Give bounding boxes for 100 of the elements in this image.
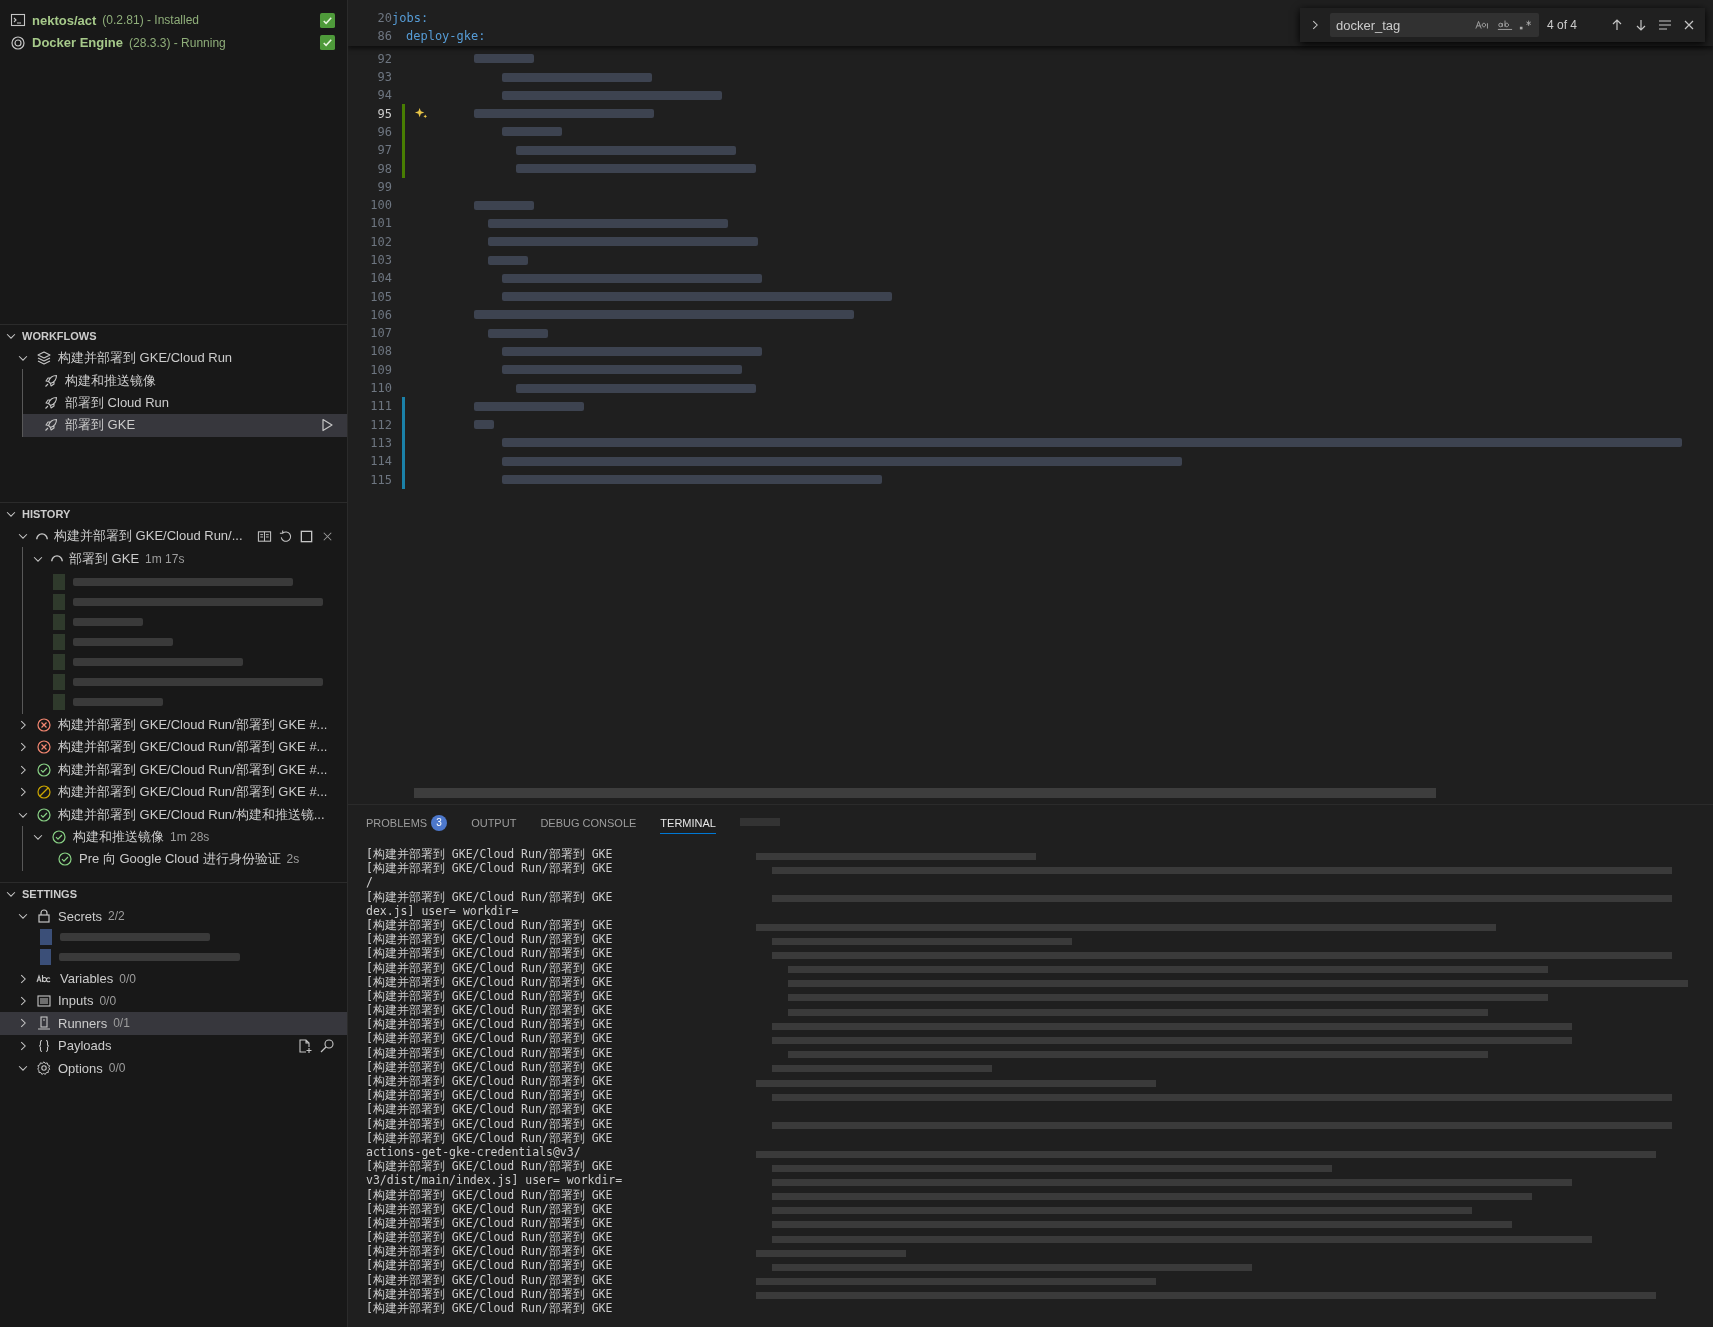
regex-icon[interactable] — [1518, 19, 1533, 31]
job-name: 构建和推送镜像 — [73, 827, 164, 846]
terminal-line: dex.js] user= workdir= — [366, 903, 520, 918]
line-number: 114 — [369, 454, 392, 469]
component-status: (0.2.81) - Installed — [102, 13, 200, 28]
history-job-item[interactable]: 部署到 GKE 1m 17s — [23, 547, 347, 570]
settings-item[interactable]: Options 0/0 — [0, 1056, 347, 1080]
panel-tab[interactable]: DEBUG CONSOLE — [540, 810, 637, 834]
panel-tab[interactable]: TERMINAL — [660, 810, 716, 834]
settings-count: 0/0 — [99, 993, 117, 1008]
section-header[interactable]: WORKFLOWS — [0, 325, 347, 347]
settings-count: 0/1 — [113, 1016, 130, 1031]
history-item[interactable]: 构建并部署到 GKE/Cloud Run/部署到 GKE #... — [0, 780, 347, 804]
gauge-icon — [10, 34, 26, 51]
line-number: 104 — [369, 271, 392, 286]
settings-item[interactable]: Inputs 0/0 — [0, 989, 347, 1013]
component-name: Docker Engine — [32, 35, 124, 51]
job-item[interactable]: 构建和推送镜像 — [23, 369, 347, 392]
server-icon — [36, 1015, 52, 1032]
terminal-line: [构建并部署到 GKE/Cloud Run/部署到 GKE — [366, 1230, 614, 1245]
line-number: 94 — [376, 88, 392, 103]
code-line: deploy-gke: — [405, 29, 486, 44]
workflow-name: 构建并部署到 GKE/Cloud Run — [58, 349, 233, 368]
settings-item[interactable]: Payloads — [0, 1034, 347, 1057]
job-item[interactable]: 部署到 GKE — [23, 414, 347, 437]
history-item[interactable]: 构建并部署到 GKE/Cloud Run/部署到 GKE #... — [0, 758, 347, 781]
line-number: 108 — [369, 344, 392, 359]
terminal-line: [构建并部署到 GKE/Cloud Run/部署到 GKE — [366, 1102, 614, 1117]
line-number: 93 — [376, 70, 392, 85]
terminal-line: [构建并部署到 GKE/Cloud Run/部署到 GKE — [366, 1272, 614, 1287]
run-name: 构建并部署到 GKE/Cloud Run/部署到 GKE #... — [58, 738, 328, 757]
line-number: 99 — [376, 179, 392, 194]
terminal-line: [构建并部署到 GKE/Cloud Run/部署到 GKE — [366, 1031, 614, 1046]
terminal-line: [构建并部署到 GKE/Cloud Run/部署到 GKE — [366, 1244, 614, 1259]
terminal-line: [构建并部署到 GKE/Cloud Run/部署到 GKE — [366, 1116, 614, 1131]
settings-item[interactable]: Runners 0/1 — [0, 1012, 347, 1035]
panel-tab[interactable]: PROBLEMS 3 — [366, 808, 448, 836]
job-name: 部署到 GKE — [65, 416, 136, 435]
line-number: 105 — [369, 289, 392, 304]
run-icon[interactable] — [319, 417, 335, 434]
terminal-icon — [10, 12, 26, 29]
job-name: 部署到 GKE — [69, 549, 140, 568]
find-input[interactable]: docker_tag — [1330, 13, 1539, 37]
line-number: 111 — [369, 399, 392, 414]
history-item[interactable]: 构建并部署到 GKE/Cloud Run/部署到 GKE #... — [0, 713, 347, 737]
component-status: (28.3.3) - Running — [129, 35, 226, 50]
settings-count: 0/0 — [108, 1061, 126, 1076]
line-number: 20 — [376, 11, 392, 26]
stop-icon[interactable] — [299, 528, 314, 544]
terminal-line: [构建并部署到 GKE/Cloud Run/部署到 GKE — [366, 1088, 614, 1103]
line-number: 98 — [376, 161, 392, 176]
step-name: Pre 向 Google Cloud 进行身份验证 — [79, 850, 281, 869]
settings-label: Secrets — [58, 908, 103, 924]
redacted-code — [488, 255, 528, 265]
match-case-icon[interactable] — [1474, 19, 1491, 31]
section-header[interactable]: SETTINGS — [0, 883, 347, 905]
terminal-line: [构建并部署到 GKE/Cloud Run/部署到 GKE — [366, 932, 614, 947]
job-duration: 1m 17s — [145, 551, 185, 566]
settings-item[interactable]: Variables 0/0 — [0, 967, 347, 990]
terminal-line: actions-get-gke-credentials@v3/ — [366, 1144, 582, 1160]
redacted-code — [502, 127, 562, 137]
history-item[interactable]: 构建并部署到 GKE/Cloud Run/... — [0, 525, 347, 548]
search-icon[interactable] — [319, 1037, 335, 1054]
redacted-code — [488, 328, 548, 338]
book-icon[interactable] — [257, 528, 272, 544]
terminal-line: [构建并部署到 GKE/Cloud Run/部署到 GKE — [366, 1003, 614, 1018]
component-item[interactable]: Docker Engine (28.3.3) - Running — [0, 31, 347, 54]
section-header[interactable]: HISTORY — [0, 503, 347, 525]
settings-count: 0/0 — [119, 971, 136, 986]
history-item[interactable]: 构建并部署到 GKE/Cloud Run/部署到 GKE #... — [0, 736, 347, 759]
terminal-line: [构建并部署到 GKE/Cloud Run/部署到 GKE — [366, 917, 614, 933]
whole-word-icon[interactable] — [1496, 19, 1513, 31]
terminal-line: [构建并部署到 GKE/Cloud Run/部署到 GKE — [366, 1187, 614, 1202]
horizontal-scrollbar[interactable] — [414, 788, 1436, 798]
component-item[interactable]: nektos/act (0.2.81) - Installed — [0, 9, 347, 32]
settings-count: 2/2 — [108, 909, 125, 924]
redacted-code — [474, 54, 534, 64]
new-file-icon[interactable] — [297, 1037, 313, 1054]
line-number: 106 — [369, 307, 392, 322]
history-item[interactable]: 构建并部署到 GKE/Cloud Run/构建和推送镜... — [0, 803, 347, 826]
restart-icon[interactable] — [278, 528, 293, 544]
settings-label: Options — [58, 1060, 103, 1076]
terminal-line: [构建并部署到 GKE/Cloud Run/部署到 GKE — [366, 1215, 614, 1231]
line-number: 109 — [369, 362, 392, 377]
section-title: SETTINGS — [22, 888, 77, 900]
count-badge: 3 — [431, 814, 448, 831]
job-item[interactable]: 部署到 Cloud Run — [23, 391, 347, 415]
rocket-icon — [43, 372, 59, 389]
terminal-line: [构建并部署到 GKE/Cloud Run/部署到 GKE — [366, 1258, 614, 1273]
panel-tab[interactable]: OUTPUT — [471, 810, 517, 834]
line-number: 107 — [369, 326, 392, 341]
workflow-item[interactable]: 构建并部署到 GKE/Cloud Run — [0, 347, 347, 370]
step-item[interactable]: Pre 向 Google Cloud 进行身份验证 2s — [23, 848, 347, 871]
terminal-line: [构建并部署到 GKE/Cloud Run/部署到 GKE — [366, 861, 614, 876]
line-number: 86 — [376, 29, 392, 44]
selection-icon[interactable] — [1657, 17, 1673, 33]
section-title: WORKFLOWS — [22, 330, 97, 342]
history-job-item[interactable]: 构建和推送镜像 1m 28s — [23, 825, 347, 849]
line-number: 92 — [376, 51, 392, 66]
settings-item[interactable]: Secrets 2/2 — [0, 905, 347, 928]
